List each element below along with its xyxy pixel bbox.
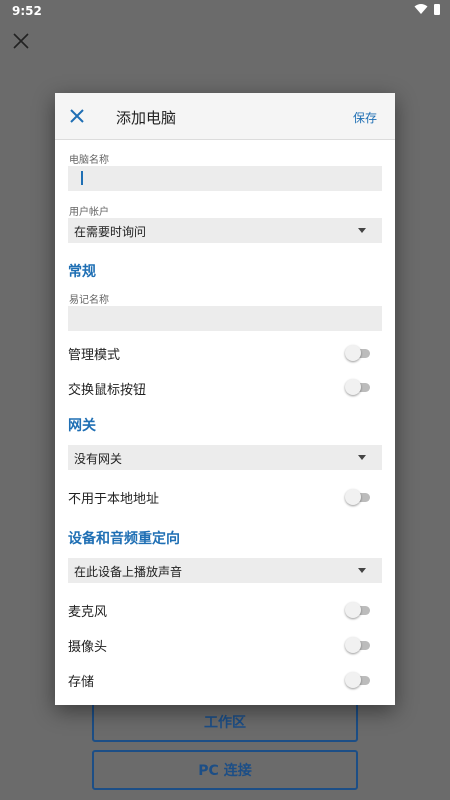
admin-mode-toggle[interactable]: [345, 345, 371, 361]
user-account-value: 在需要时询问: [74, 225, 147, 239]
dialog-title: 添加电脑: [116, 109, 177, 127]
wifi-icon: [414, 4, 428, 14]
pc-connect-button[interactable]: PC 连接: [92, 750, 358, 790]
microphone-toggle[interactable]: [345, 602, 371, 618]
camera-toggle[interactable]: [345, 637, 371, 653]
storage-label: 存储: [68, 675, 95, 690]
camera-label: 摄像头: [68, 640, 108, 655]
pc-name-label: 电脑名称: [69, 155, 109, 166]
gateway-section-header: 网关: [68, 418, 96, 434]
dialog-header: 添加电脑 保存: [55, 93, 395, 140]
close-icon[interactable]: [10, 30, 32, 52]
microphone-label: 麦克风: [68, 605, 108, 620]
save-button[interactable]: 保存: [353, 109, 377, 126]
general-section-header: 常规: [68, 264, 96, 280]
dialog-close-icon[interactable]: [69, 108, 85, 124]
add-pc-dialog: 添加电脑 保存 电脑名称 用户帐户 在需要时询问 常规 易记名称 管理模式 交换…: [55, 93, 395, 705]
text-cursor: [81, 171, 83, 185]
friendly-name-input[interactable]: [68, 306, 382, 331]
bypass-local-toggle[interactable]: [345, 489, 371, 505]
status-time: 9:52: [12, 4, 42, 18]
dropdown-arrow-icon: [358, 455, 366, 460]
dropdown-arrow-icon: [358, 228, 366, 233]
redirection-section-header: 设备和音频重定向: [68, 531, 180, 547]
bypass-local-label: 不用于本地地址: [68, 492, 160, 507]
status-bar: 9:52: [0, 0, 450, 22]
swap-mouse-label: 交换鼠标按钮: [68, 383, 147, 398]
gateway-value: 没有网关: [74, 452, 123, 466]
pc-name-input[interactable]: [68, 166, 382, 191]
gateway-select[interactable]: 没有网关: [68, 445, 382, 470]
audio-select[interactable]: 在此设备上播放声音: [68, 558, 382, 583]
dropdown-arrow-icon: [358, 568, 366, 573]
battery-icon: [434, 3, 440, 15]
user-account-label: 用户帐户: [69, 207, 109, 218]
audio-value: 在此设备上播放声音: [74, 565, 183, 579]
workspace-button[interactable]: 工作区: [92, 702, 358, 742]
user-account-select[interactable]: 在需要时询问: [68, 218, 382, 243]
storage-toggle[interactable]: [345, 672, 371, 688]
friendly-name-label: 易记名称: [69, 295, 109, 306]
swap-mouse-toggle[interactable]: [345, 379, 371, 395]
admin-mode-label: 管理模式: [68, 348, 121, 363]
